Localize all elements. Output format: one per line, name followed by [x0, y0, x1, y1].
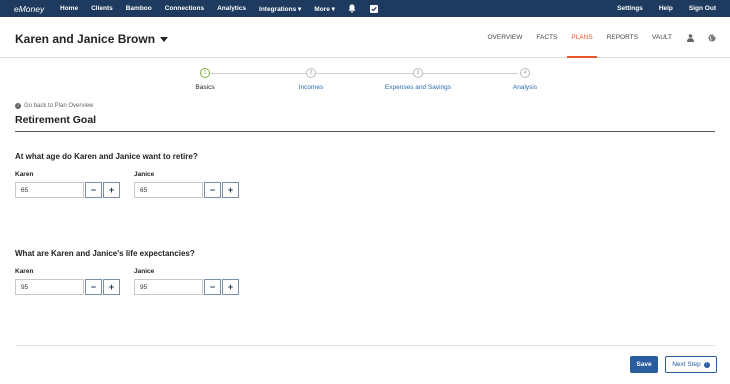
checkbox-icon[interactable]	[370, 4, 379, 13]
nav-right-group: Settings Help Sign Out	[601, 0, 716, 17]
step-basics[interactable]: 1 Basics	[160, 68, 250, 91]
save-button[interactable]: Save	[630, 356, 658, 373]
step-label: Incomes	[298, 84, 324, 91]
nav-settings[interactable]: Settings	[617, 5, 643, 12]
step-label: Analysis	[512, 84, 538, 91]
next-step-label: Next Step	[672, 361, 701, 368]
janice-retire-age-input[interactable]: 65	[134, 182, 203, 198]
emoney-logo[interactable]: eMoney	[0, 4, 60, 14]
step-expenses-and-savings[interactable]: 3 Expenses and Savings	[373, 68, 463, 91]
nav-integrations-dropdown[interactable]: Integrations ▾	[259, 5, 301, 13]
step-analysis[interactable]: 4 Analysis	[480, 68, 570, 91]
client-tabs: OVERVIEW FACTS PLANS REPORTS VAULT	[473, 17, 716, 58]
janice-retire-age-increment-button[interactable]: +	[222, 182, 239, 198]
next-step-button[interactable]: Next Step ›	[665, 356, 717, 373]
back-to-plan-overview-link[interactable]: ‹ Go back to Plan Overview	[15, 103, 93, 109]
janice-life-expectancy-stepper: 95 − +	[134, 279, 239, 295]
karen-life-expectancy-label: Karen	[15, 268, 34, 275]
client-header: Karen and Janice Brown OVERVIEW FACTS PL…	[0, 17, 730, 58]
karen-life-expectancy-input[interactable]: 95	[15, 279, 84, 295]
tab-reports[interactable]: REPORTS	[607, 17, 638, 58]
karen-life-expectancy-increment-button[interactable]: +	[103, 279, 120, 295]
nav-help[interactable]: Help	[659, 5, 673, 12]
client-name-text: Karen and Janice Brown	[15, 32, 156, 46]
tab-plans[interactable]: PLANS	[567, 17, 598, 58]
nav-bamboo[interactable]: Bamboo	[126, 5, 152, 12]
top-nav-bar: eMoney Home Clients Bamboo Connections A…	[0, 0, 730, 17]
karen-life-expectancy-stepper: 95 − +	[15, 279, 120, 295]
janice-life-expectancy-increment-button[interactable]: +	[222, 279, 239, 295]
bell-icon[interactable]	[348, 4, 357, 13]
globe-icon[interactable]	[708, 33, 716, 42]
karen-retire-age-increment-button[interactable]: +	[103, 182, 120, 198]
karen-life-expectancy-decrement-button[interactable]: −	[85, 279, 102, 295]
janice-retire-age-stepper: 65 − +	[134, 182, 239, 198]
back-link-label: Go back to Plan Overview	[24, 103, 94, 109]
client-name-dropdown[interactable]: Karen and Janice Brown	[15, 32, 169, 46]
step-label: Basics	[195, 84, 215, 91]
step-number: 1	[200, 68, 210, 78]
tab-vault[interactable]: VAULT	[652, 17, 672, 58]
nav-analytics[interactable]: Analytics	[217, 5, 246, 12]
janice-life-expectancy-input[interactable]: 95	[134, 279, 203, 295]
chevron-right-circle-icon: ›	[703, 361, 710, 368]
janice-retire-age-label: Janice	[134, 171, 155, 178]
retire-age-question: At what age do Karen and Janice want to …	[15, 152, 198, 161]
life-expectancy-question: What are Karen and Janice's life expecta…	[15, 249, 195, 258]
title-divider	[15, 131, 715, 132]
nav-clients[interactable]: Clients	[91, 5, 113, 12]
nav-connections[interactable]: Connections	[165, 5, 204, 12]
nav-sign-out[interactable]: Sign Out	[689, 5, 716, 12]
karen-retire-age-label: Karen	[15, 171, 34, 178]
plan-progress-stepper: 1 Basics 2 Incomes 3 Expenses and Saving…	[0, 68, 730, 92]
caret-down-icon	[160, 36, 169, 42]
karen-retire-age-decrement-button[interactable]: −	[85, 182, 102, 198]
karen-retire-age-stepper: 65 − +	[15, 182, 120, 198]
person-icon[interactable]	[686, 33, 694, 42]
chevron-left-circle-icon: ‹	[15, 103, 21, 109]
janice-retire-age-decrement-button[interactable]: −	[204, 182, 221, 198]
footer-divider	[15, 345, 715, 346]
page-title: Retirement Goal	[15, 114, 97, 126]
janice-life-expectancy-label: Janice	[134, 268, 155, 275]
step-number: 2	[306, 68, 316, 78]
nav-more-dropdown[interactable]: More ▾	[314, 5, 335, 13]
janice-life-expectancy-decrement-button[interactable]: −	[204, 279, 221, 295]
karen-retire-age-input[interactable]: 65	[15, 182, 84, 198]
tab-overview[interactable]: OVERVIEW	[487, 17, 522, 58]
step-incomes[interactable]: 2 Incomes	[266, 68, 356, 91]
step-number: 4	[520, 68, 530, 78]
stepper-track	[205, 73, 518, 74]
nav-home[interactable]: Home	[60, 5, 78, 12]
step-number: 3	[413, 68, 423, 78]
step-label: Expenses and Savings	[384, 84, 452, 91]
tab-facts[interactable]: FACTS	[536, 17, 557, 58]
